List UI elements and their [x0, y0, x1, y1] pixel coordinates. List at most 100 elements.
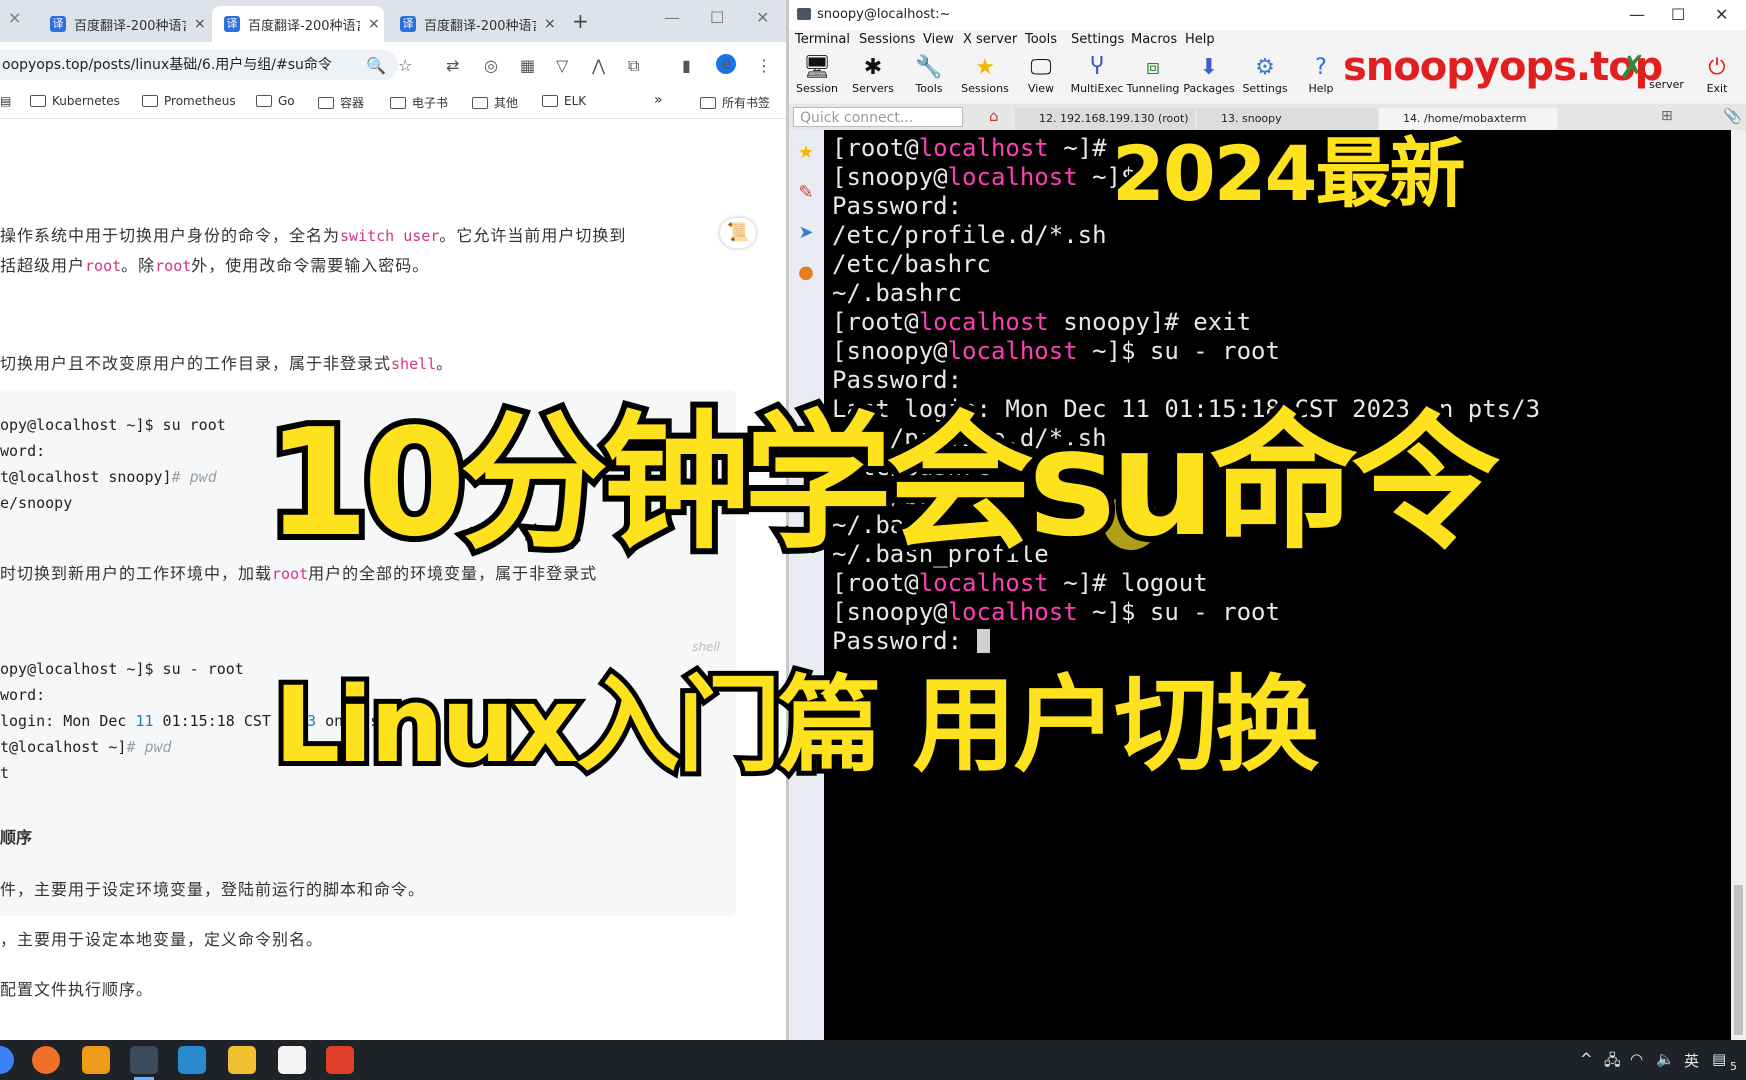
menu-kebab-icon[interactable]: ⋮ [756, 56, 772, 75]
menu-xserver[interactable]: X server [963, 32, 1017, 47]
code-line: t@localhost ~]# pwd [0, 738, 172, 756]
bookmark-kubernetes[interactable]: Kubernetes [30, 94, 120, 108]
vm-icon[interactable] [178, 1046, 206, 1074]
xserver-logo-icon[interactable]: ✗ [1619, 48, 1646, 86]
chrome-icon[interactable] [0, 1046, 14, 1074]
packages-button[interactable]: ⬇ Packages [1181, 54, 1237, 95]
menu-view[interactable]: View [923, 32, 954, 47]
view-button[interactable]: 🖵 View [1013, 54, 1069, 95]
session-button[interactable]: 🖥 Session [789, 54, 845, 95]
qr-icon[interactable]: ▦ [520, 56, 535, 75]
tab-close-icon[interactable]: × [8, 8, 21, 27]
bookmark-star-icon[interactable]: ☆ [398, 56, 412, 75]
send-icon[interactable]: ➤ [795, 222, 817, 244]
attach-icon[interactable]: 📎 [1723, 107, 1742, 125]
menu-terminal[interactable]: Terminal [795, 32, 850, 47]
extension-icon[interactable]: ◎ [484, 56, 498, 75]
menu-tools[interactable]: Tools [1025, 32, 1057, 47]
star-icon[interactable]: ★ [795, 142, 817, 164]
puzzle-icon[interactable]: ⧉ [628, 56, 639, 76]
folder-icon [700, 96, 716, 109]
terminal-line: ~/.bashrc [832, 279, 963, 307]
sessions-button[interactable]: ★ Sessions [957, 54, 1013, 95]
tab-close-icon[interactable]: × [544, 16, 556, 32]
servers-button[interactable]: ✱ Servers [845, 54, 901, 95]
terminal-line: [snoopy@localhost ~]$ [832, 163, 1136, 191]
bookmark-elk[interactable]: ELK [542, 94, 586, 108]
left-sidebar: ★ ✎ ➤ ● [789, 130, 823, 1040]
multiexec-button[interactable]: Ⴤ MultiExec [1069, 54, 1125, 95]
browser-tab-bar: × 译 百度翻译-200种语言 × 译 百度翻译-200种语言 × 译 百度翻译… [0, 0, 786, 42]
browser-tab-2[interactable]: 译 百度翻译-200种语言 × [212, 6, 384, 42]
tunneling-button[interactable]: ⧈ Tunneling [1125, 54, 1181, 95]
help-button[interactable]: ? Help [1293, 54, 1349, 95]
quick-connect-input[interactable]: Quick connect... [793, 107, 963, 127]
folder-icon [390, 96, 406, 109]
bookmarks-more-button[interactable]: » [654, 92, 663, 108]
app-c-icon[interactable] [326, 1046, 354, 1074]
bookmark-go[interactable]: Go [256, 94, 295, 108]
bookmark-label: Prometheus [164, 94, 236, 108]
bookmark-ebooks[interactable]: 电子书 [390, 94, 448, 111]
minimize-icon[interactable]: — [1629, 5, 1645, 24]
paragraph: ，主要用于设定本地变量，定义命令别名。 [0, 930, 324, 949]
view-icon: 🖵 [1030, 55, 1052, 80]
overlay-subtitle: Linux入门篇 用户切换 [269, 659, 1324, 791]
menu-settings[interactable]: Settings [1071, 32, 1124, 47]
terminal-output[interactable]: [root@localhost ~]# [snoopy@localhost ~]$… [824, 130, 1731, 1040]
volume-icon[interactable]: 🔈 [1656, 1050, 1675, 1068]
profile-icon[interactable]: e [716, 54, 736, 74]
help-icon: ? [1315, 55, 1327, 80]
filter-icon[interactable]: ▽ [556, 56, 568, 75]
url-field[interactable]: oopyops.top/posts/linux基础/6.用户与组/#su命令 [0, 50, 398, 80]
reading-mode-icon[interactable]: 📜 [720, 218, 756, 248]
overlay-year-title: 2024最新 [1108, 125, 1470, 222]
scrollbar-thumb[interactable] [1734, 885, 1743, 1035]
sublime-icon[interactable] [82, 1046, 110, 1074]
bookmarks-apps-icon[interactable]: ▤ [0, 94, 11, 108]
tools-button[interactable]: 🔧 Tools [901, 54, 957, 95]
bookmark-prometheus[interactable]: Prometheus [142, 94, 236, 108]
all-bookmarks[interactable]: 所有书签 [700, 94, 770, 111]
exit-button[interactable]: ⏻ Exit [1689, 54, 1745, 95]
menu-macros[interactable]: Macros [1131, 32, 1177, 47]
maximize-icon[interactable]: ☐ [710, 8, 724, 27]
tray-chevron-icon[interactable]: ^ [1580, 1050, 1593, 1068]
new-tab-icon[interactable]: ⊞ [1661, 108, 1673, 124]
tab-close-icon[interactable]: × [194, 16, 206, 32]
file-explorer-icon[interactable] [228, 1046, 256, 1074]
window-titlebar: snoopy@localhost:~ — ☐ ✕ [789, 0, 1746, 30]
bookmark-containers[interactable]: 容器 [318, 94, 364, 111]
notification-icon[interactable]: ▤ [1712, 1050, 1726, 1068]
zoom-icon[interactable]: 🔍 [366, 56, 386, 75]
bookmark-other[interactable]: 其他 [472, 94, 518, 111]
new-tab-button[interactable]: + [572, 9, 589, 33]
maximize-icon[interactable]: ☐ [1671, 5, 1685, 24]
article-content: 操作系统中用于切换用户身份的命令，全名为switch user。它允许当前用户切… [0, 118, 786, 1040]
translate-extension-icon[interactable]: ⇄ [446, 56, 459, 75]
home-tab-icon[interactable]: ⌂ [989, 107, 999, 125]
close-icon[interactable]: ✕ [1715, 5, 1728, 24]
terminal-line: /etc/profile.d/*.sh [832, 221, 1107, 249]
typora-icon[interactable] [278, 1046, 306, 1074]
tools-icon[interactable]: ✎ [795, 182, 817, 204]
firefox-icon[interactable] [32, 1046, 60, 1074]
extension-a-icon[interactable]: ⋀ [592, 56, 605, 75]
terminal-scrollbar[interactable] [1731, 130, 1746, 1040]
network-icon[interactable]: 🖧 [1604, 1050, 1621, 1075]
minimize-icon[interactable]: — [664, 8, 680, 27]
address-bar: oopyops.top/posts/linux基础/6.用户与组/#su命令 🔍… [0, 42, 786, 86]
ime-indicator[interactable]: 英 [1684, 1050, 1699, 1071]
mobaxterm-icon[interactable] [130, 1046, 158, 1080]
sidebar-icon[interactable]: ▮ [682, 56, 691, 75]
servers-icon: ✱ [863, 55, 883, 80]
close-icon[interactable]: ✕ [756, 8, 769, 27]
menu-sessions[interactable]: Sessions [859, 32, 915, 47]
menu-help[interactable]: Help [1185, 32, 1215, 47]
tab-close-icon[interactable]: × [368, 16, 380, 32]
macro-icon[interactable]: ● [795, 262, 817, 284]
browser-tab-3[interactable]: 译 百度翻译-200种语言 × [388, 6, 560, 42]
settings-button[interactable]: ⚙ Settings [1237, 54, 1293, 95]
browser-tab-1[interactable]: 译 百度翻译-200种语言 × [38, 6, 208, 42]
wifi-icon[interactable]: ◠ [1630, 1050, 1643, 1068]
